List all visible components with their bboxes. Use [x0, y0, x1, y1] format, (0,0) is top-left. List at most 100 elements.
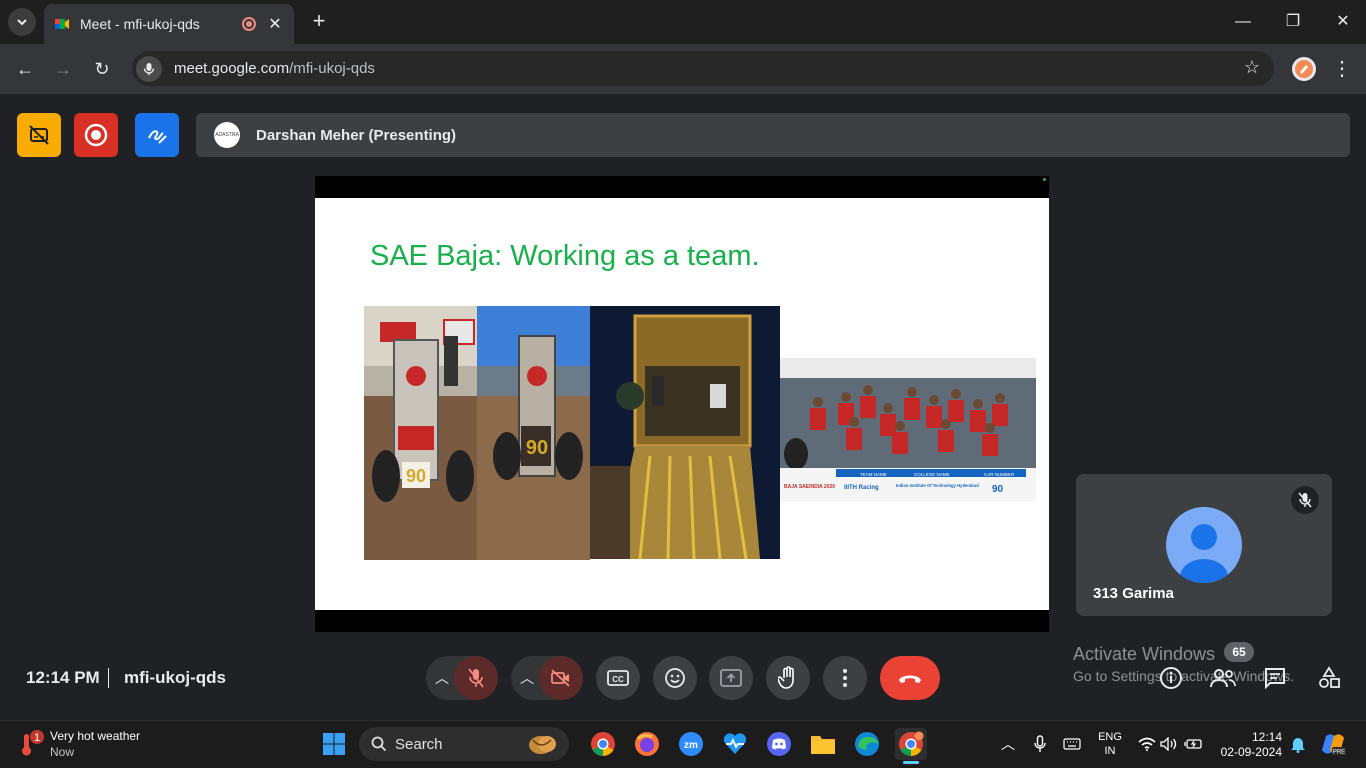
- file-explorer-taskbar-icon[interactable]: [807, 728, 839, 760]
- battery-icon[interactable]: [1182, 728, 1206, 760]
- reload-icon[interactable]: ↻: [89, 56, 115, 82]
- url-text: meet.google.com/mfi-ukoj-qds: [174, 60, 375, 77]
- taskbar-search[interactable]: Search: [359, 727, 569, 761]
- slide-photo-car-front: 90: [364, 306, 478, 560]
- pen-scribble-icon: [148, 130, 167, 144]
- presenter-avatar: ADASTRA: [214, 122, 240, 148]
- captions-off-button[interactable]: [17, 113, 61, 157]
- tray-mic-icon[interactable]: [1028, 728, 1052, 760]
- weather-title: Very hot weather: [50, 729, 141, 743]
- language-indicator[interactable]: ENG IN: [1094, 730, 1126, 758]
- new-tab-button[interactable]: +: [306, 8, 332, 34]
- firefox-taskbar-icon[interactable]: [631, 728, 663, 760]
- start-menu-icon[interactable]: [318, 728, 350, 760]
- whiteboard-button[interactable]: [135, 113, 179, 157]
- captions-off-icon: [29, 125, 49, 145]
- hand-icon: [778, 666, 794, 689]
- restore-icon[interactable]: ❐: [1278, 10, 1308, 34]
- svg-text:CAR NUMBER: CAR NUMBER: [984, 472, 1015, 477]
- closed-captions-icon: CC: [607, 670, 629, 686]
- svg-text:zm: zm: [684, 740, 698, 751]
- zoom-taskbar-icon[interactable]: zm: [675, 728, 707, 760]
- search-label: Search: [395, 735, 443, 753]
- screen-indicator-dot: [1043, 178, 1046, 181]
- chrome-taskbar-icon[interactable]: [587, 728, 619, 760]
- divider: [108, 668, 109, 688]
- system-clock[interactable]: 12:14 02-09-2024: [1216, 730, 1282, 760]
- camera-options-chevron-icon[interactable]: ︿: [517, 668, 537, 688]
- people-count-badge: 65: [1224, 642, 1254, 662]
- browser-tab[interactable]: Meet - mfi-ukoj-qds ✕: [44, 4, 294, 44]
- car-number-plate: 90: [406, 466, 426, 486]
- health-app-taskbar-icon[interactable]: [719, 728, 751, 760]
- svg-text:TEAM NAME: TEAM NAME: [860, 472, 887, 477]
- active-app-indicator: [903, 761, 919, 764]
- wifi-icon[interactable]: [1136, 728, 1158, 760]
- svg-text:90: 90: [992, 484, 1004, 495]
- captions-button[interactable]: CC: [596, 656, 640, 700]
- present-button[interactable]: [709, 656, 753, 700]
- slide-title: SAE Baja: Working as a team.: [370, 240, 760, 272]
- call-end-icon: [899, 675, 921, 683]
- edge-taskbar-icon[interactable]: [851, 728, 883, 760]
- weather-subtitle: Now: [50, 745, 75, 759]
- presenter-banner: ADASTRA Darshan Meher (Presenting): [196, 113, 1350, 157]
- profile-avatar-icon[interactable]: [1292, 57, 1316, 81]
- svg-text:Indian Institute Of Technology: Indian Institute Of Technology Hyderabad: [896, 483, 979, 488]
- svg-text:IIITH Racing: IIITH Racing: [844, 485, 879, 491]
- tab-close-icon[interactable]: ✕: [266, 14, 284, 34]
- leave-call-button[interactable]: [880, 656, 940, 700]
- browser-menu-icon[interactable]: ⋮: [1332, 56, 1352, 82]
- tray-keyboard-icon[interactable]: [1060, 728, 1084, 760]
- more-vert-icon: [843, 669, 847, 687]
- present-screen-icon: [720, 669, 742, 687]
- windows-activation-watermark: Activate Windows: [1073, 644, 1216, 664]
- meet-favicon-icon: [55, 19, 69, 29]
- weather-thermometer-icon[interactable]: 1: [18, 728, 46, 758]
- mic-off-icon: [468, 668, 484, 688]
- site-mic-icon[interactable]: [136, 55, 162, 82]
- forward-icon[interactable]: →: [50, 56, 76, 82]
- people-icon[interactable]: [1209, 664, 1237, 692]
- chrome-active-taskbar-icon[interactable]: [895, 728, 927, 760]
- minimize-icon[interactable]: —: [1228, 10, 1258, 34]
- recording-indicator-icon: [242, 17, 256, 31]
- participant-name: 313 Garima: [1093, 585, 1174, 602]
- discord-taskbar-icon[interactable]: [763, 728, 795, 760]
- copilot-icon[interactable]: PRE: [1318, 728, 1348, 760]
- activities-icon[interactable]: [1315, 664, 1343, 692]
- svg-text:COLLEGE NAME: COLLEGE NAME: [914, 472, 950, 477]
- chevron-down-icon: [17, 19, 27, 26]
- svg-text:PRE: PRE: [1333, 750, 1345, 756]
- raise-hand-button[interactable]: [766, 656, 810, 700]
- tab-title: Meet - mfi-ukoj-qds: [80, 16, 200, 32]
- svg-text:CC: CC: [612, 675, 624, 684]
- camera-toggle-button[interactable]: [539, 656, 583, 700]
- search-icon: [371, 736, 387, 752]
- meeting-info-icon[interactable]: [1157, 664, 1185, 692]
- svg-text:90: 90: [526, 437, 548, 459]
- mic-options-chevron-icon[interactable]: ︿: [432, 668, 452, 688]
- chat-icon[interactable]: [1261, 664, 1289, 692]
- record-icon: [84, 123, 108, 147]
- reactions-button[interactable]: [653, 656, 697, 700]
- search-highlight-icon: [529, 736, 556, 754]
- recording-button[interactable]: [74, 113, 118, 157]
- address-bar[interactable]: meet.google.com/mfi-ukoj-qds ☆: [132, 51, 1274, 86]
- more-options-button[interactable]: [823, 656, 867, 700]
- bookmark-star-icon[interactable]: ☆: [1244, 57, 1260, 78]
- tab-search-button[interactable]: [8, 8, 36, 36]
- participant-avatar: [1166, 507, 1242, 583]
- slide-photo-truck-loading: [590, 306, 780, 559]
- back-icon[interactable]: ←: [12, 56, 38, 82]
- notification-bell-icon[interactable]: [1288, 728, 1308, 760]
- emoji-icon: [665, 668, 685, 688]
- tray-overflow-chevron-icon[interactable]: ︿: [996, 728, 1020, 760]
- meeting-code: mfi-ukoj-qds: [124, 668, 226, 687]
- window-close-icon[interactable]: ✕: [1328, 10, 1358, 34]
- mic-off-icon: [1291, 486, 1319, 514]
- svg-text:BAJA SAEINDIA 2020: BAJA SAEINDIA 2020: [784, 484, 835, 490]
- mic-toggle-button[interactable]: [454, 656, 498, 700]
- volume-icon[interactable]: [1158, 728, 1180, 760]
- camera-off-icon: [551, 669, 570, 687]
